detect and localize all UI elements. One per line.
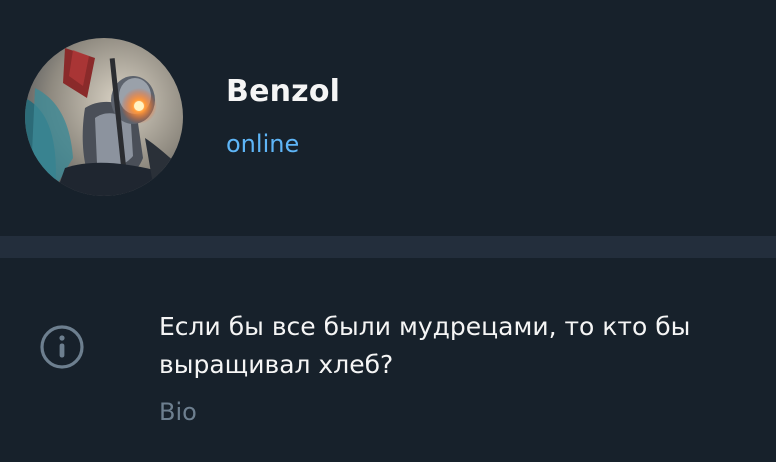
profile-name: Benzol bbox=[226, 74, 341, 109]
avatar[interactable] bbox=[25, 38, 183, 196]
profile-header: Benzol online bbox=[0, 0, 776, 236]
bio-label: Bio bbox=[159, 398, 197, 426]
profile-panel: Benzol online Если бы все были мудрецами… bbox=[0, 0, 776, 462]
bio-row[interactable]: Если бы все были мудрецами, то кто бы вы… bbox=[0, 258, 776, 462]
avatar-image bbox=[25, 38, 183, 196]
info-icon bbox=[39, 324, 85, 370]
bio-text: Если бы все были мудрецами, то кто бы вы… bbox=[159, 312, 691, 379]
section-divider bbox=[0, 236, 776, 258]
online-status: online bbox=[226, 130, 300, 158]
